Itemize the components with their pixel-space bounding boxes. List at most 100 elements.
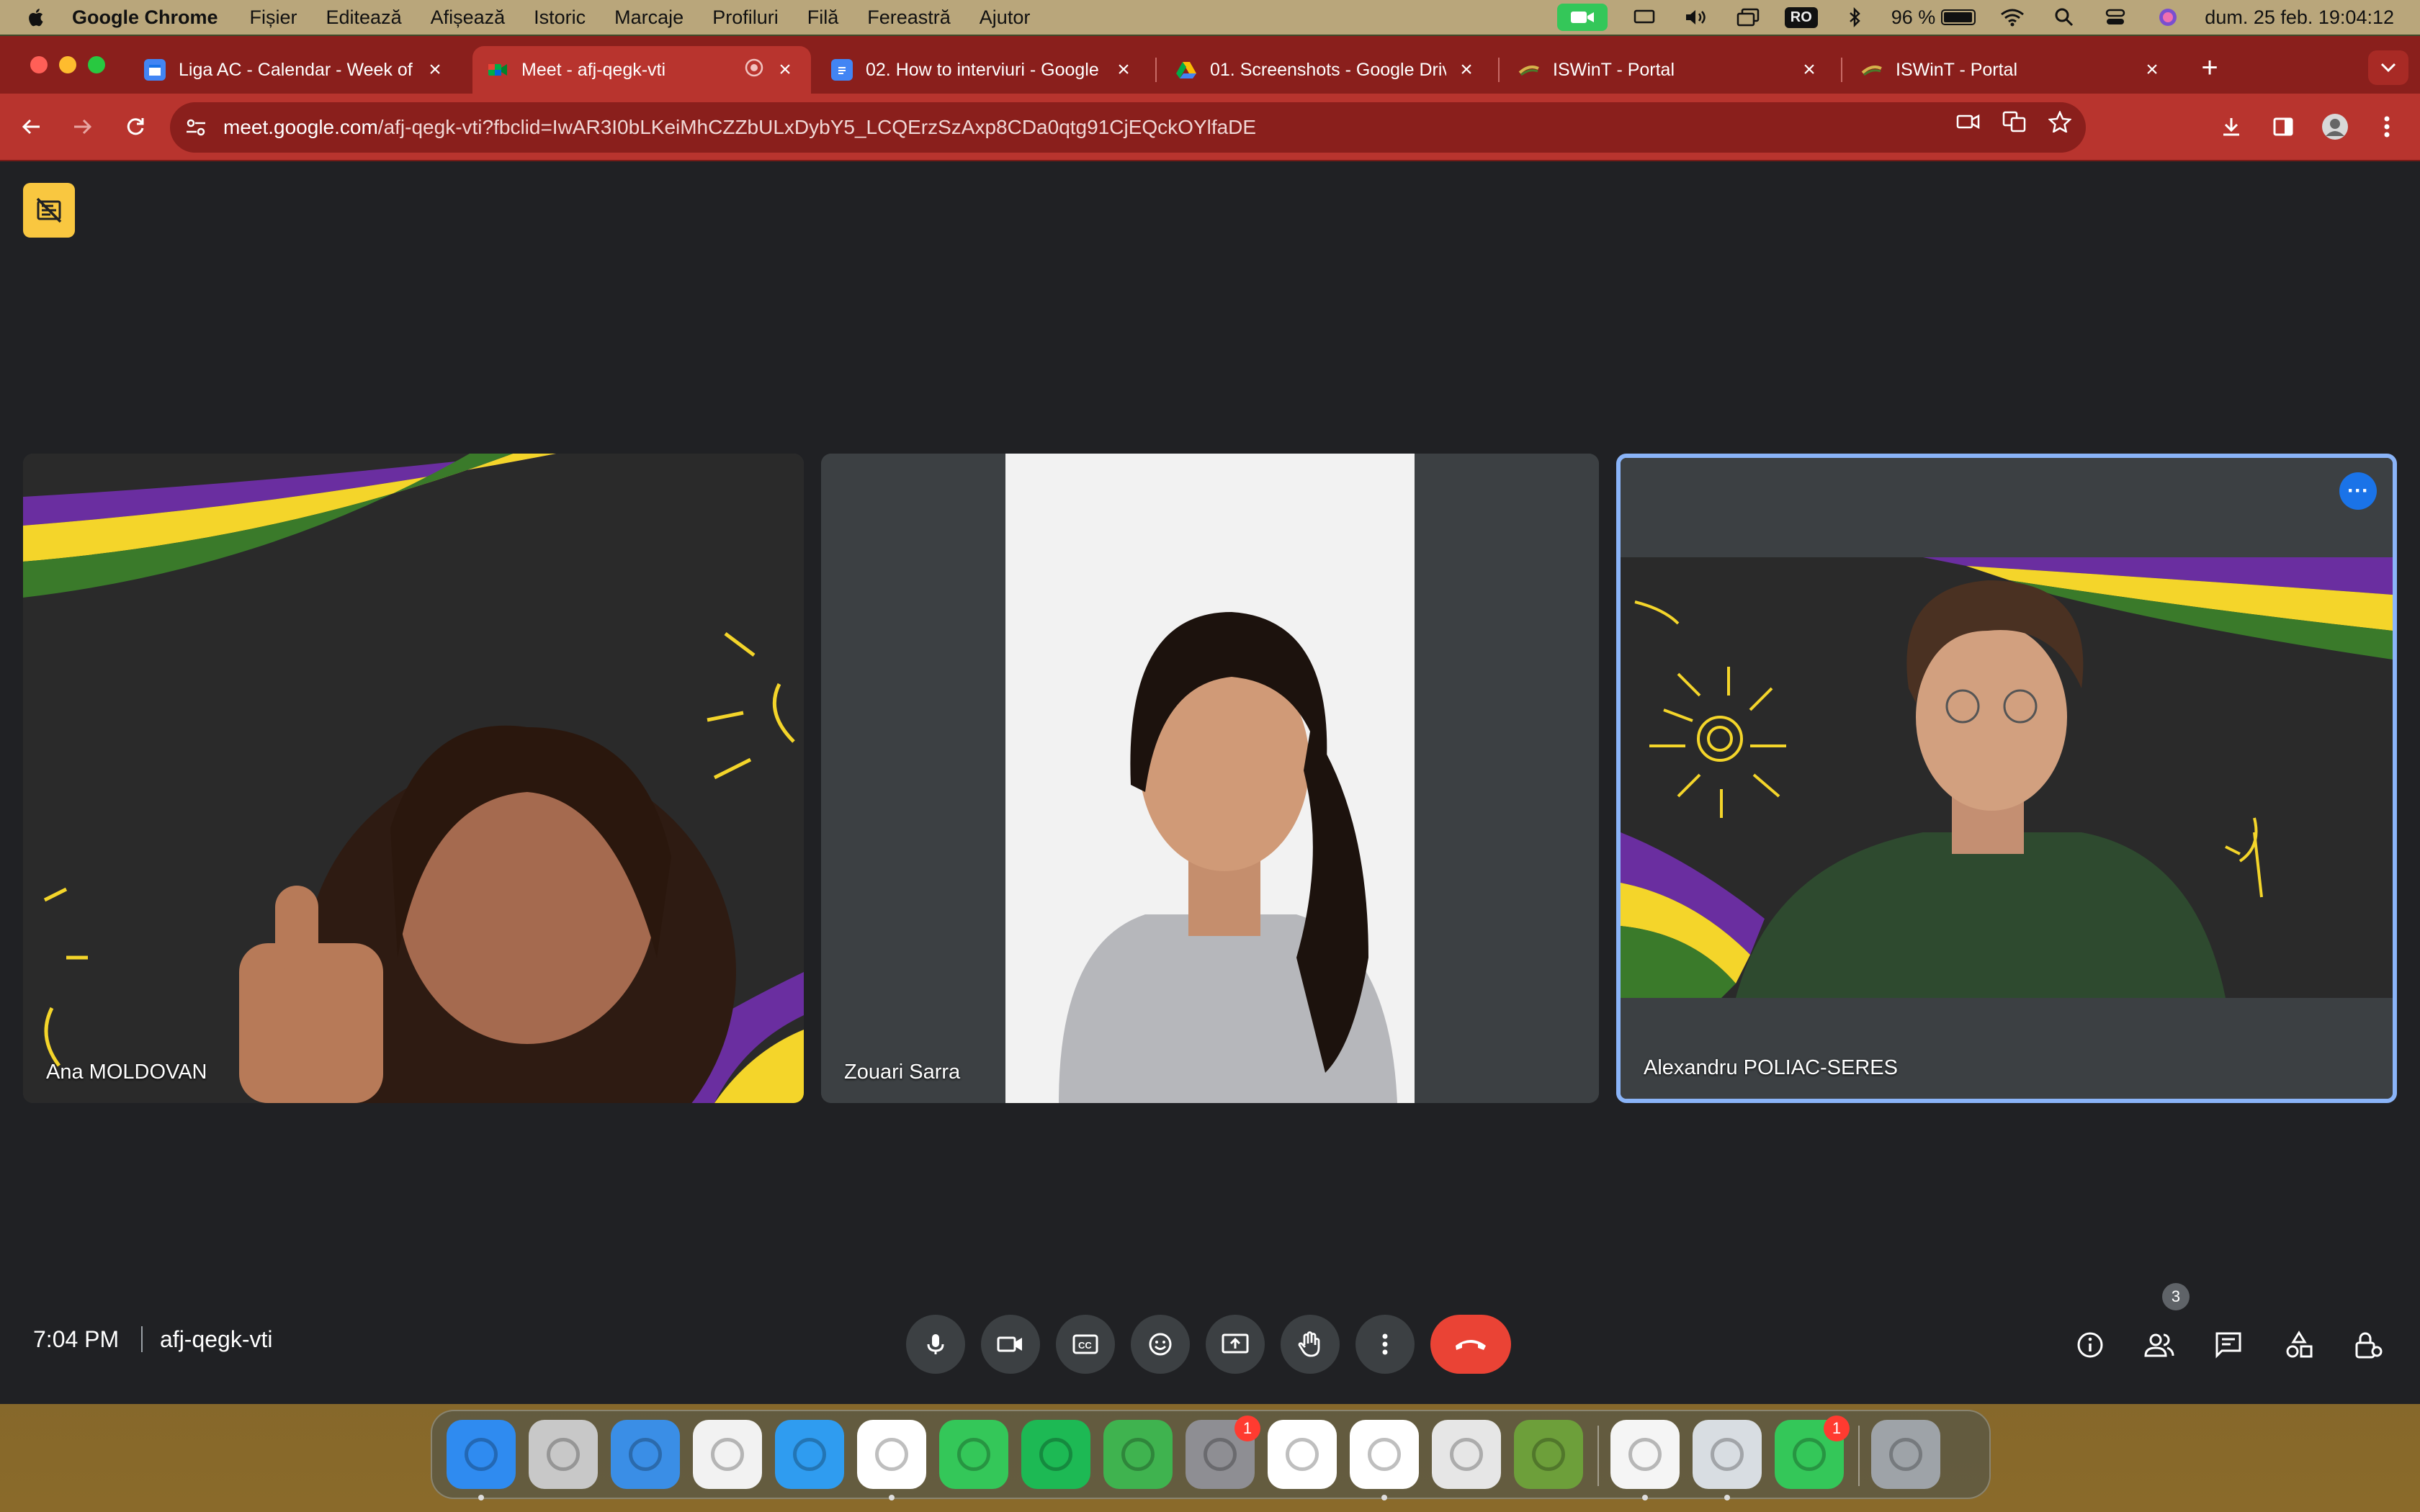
tab-search-button[interactable] [2368, 50, 2408, 85]
activities-icon [2286, 1331, 2313, 1358]
activities-button[interactable] [2279, 1325, 2319, 1365]
dock-roblox-icon[interactable] [1432, 1420, 1501, 1489]
tab-docs[interactable]: 02. How to interviuri - Google × [817, 46, 1150, 94]
wifi-icon[interactable] [1997, 6, 2027, 28]
menu-profiles[interactable]: Profiluri [712, 6, 779, 29]
spotlight-search-icon[interactable] [2049, 6, 2079, 28]
tab-title: Meet - afj-qegk-vti [521, 59, 666, 80]
close-tab-icon[interactable]: × [1455, 58, 1478, 82]
close-tab-icon[interactable]: × [774, 58, 797, 82]
tab-meet[interactable]: Meet - afj-qegk-vti × [472, 46, 811, 94]
dock-preview-icon[interactable] [1693, 1420, 1762, 1500]
dock-messenger-icon[interactable] [1268, 1420, 1337, 1489]
dock-mail-icon[interactable] [611, 1420, 680, 1489]
recording-indicator-icon [743, 57, 765, 84]
camera-in-use-icon[interactable] [1556, 4, 1608, 31]
tab-iswint-portal-2[interactable]: ISWinT - Portal × [1847, 46, 2178, 94]
menubar-datetime[interactable]: dum. 25 feb. 19:04:12 [2205, 6, 2394, 29]
menu-tab[interactable]: Filă [807, 6, 839, 29]
meeting-details-button[interactable] [2070, 1325, 2110, 1365]
raise-hand-button[interactable] [1281, 1315, 1340, 1374]
more-options-button[interactable] [1355, 1315, 1415, 1374]
stage-manager-icon[interactable] [1733, 6, 1763, 28]
menu-edit[interactable]: Editează [326, 6, 402, 29]
url-path: /afj-qegk-vti?fbclid=IwAR3I0bLKeiMhCZZbU… [377, 116, 1257, 138]
menu-help[interactable]: Ajutor [980, 6, 1031, 29]
dock-textedit-icon[interactable] [1610, 1420, 1680, 1500]
tab-drive[interactable]: 01. Screenshots - Google Driv × [1161, 46, 1492, 94]
running-indicator [1724, 1495, 1730, 1500]
meeting-code: afj-qegk-vti [160, 1326, 273, 1352]
menu-bar: Google Chrome Fișier Editează Afișează I… [0, 0, 2420, 35]
screen-mirroring-icon[interactable] [1629, 6, 1659, 28]
tab-separator [1841, 58, 1842, 82]
bluetooth-icon[interactable] [1839, 6, 1870, 28]
people-button[interactable] [2139, 1325, 2179, 1365]
close-tab-icon[interactable]: × [2141, 58, 2164, 82]
chrome-menu-icon[interactable] [2370, 109, 2404, 144]
input-source-indicator[interactable]: RO [1784, 6, 1818, 28]
minimize-window-button[interactable] [59, 56, 76, 73]
menu-history[interactable]: Istoric [534, 6, 586, 29]
tab-iswint-portal-1[interactable]: ISWinT - Portal × [1504, 46, 1835, 94]
emoji-reactions-button[interactable] [1131, 1315, 1190, 1374]
menu-file[interactable]: Fișier [250, 6, 297, 29]
no-signal-badge-icon[interactable] [23, 183, 75, 238]
camera-button[interactable] [981, 1315, 1040, 1374]
captions-button[interactable]: CC [1056, 1315, 1115, 1374]
zoom-window-button[interactable] [88, 56, 105, 73]
dock-finder-icon[interactable] [447, 1420, 516, 1500]
downloads-icon[interactable] [2214, 109, 2249, 144]
volume-icon[interactable] [1681, 6, 1711, 28]
control-center-icon[interactable] [2101, 6, 2131, 28]
close-tab-icon[interactable]: × [1798, 58, 1821, 82]
dock-spotify-icon[interactable] [1021, 1420, 1090, 1489]
dock-app-store-like-icon[interactable] [693, 1420, 762, 1489]
back-arrow-icon[interactable] [14, 109, 49, 144]
camera-permission-icon[interactable] [1956, 111, 1981, 136]
menu-bookmarks[interactable]: Marcaje [614, 6, 684, 29]
dock-safari-icon[interactable] [775, 1420, 844, 1489]
dock-chrome-icon[interactable] [857, 1420, 926, 1500]
participant-tile-active[interactable]: ··· Alexandru POLIAC-SERES [1616, 454, 2397, 1103]
menu-view[interactable]: Afișează [431, 6, 506, 29]
translate-icon[interactable] [2002, 111, 2027, 136]
dock-camtasia-icon[interactable] [1103, 1420, 1173, 1489]
bookmark-star-icon[interactable] [2048, 109, 2072, 136]
siri-icon[interactable] [2153, 6, 2183, 28]
close-window-button[interactable] [30, 56, 48, 73]
dock-launchpad-icon[interactable] [529, 1420, 598, 1489]
new-tab-button[interactable]: + [2195, 52, 2224, 84]
present-screen-button[interactable] [1206, 1315, 1265, 1374]
address-bar[interactable]: meet.google.com/afj-qegk-vti?fbclid=IwAR… [170, 102, 2086, 153]
dock-facetime-icon[interactable]: 1 [1775, 1416, 1850, 1489]
spotify-glyph [1039, 1438, 1072, 1471]
close-tab-icon[interactable]: × [424, 58, 447, 82]
docs-icon [831, 59, 853, 81]
more-options-icon[interactable]: ··· [2339, 472, 2377, 510]
host-controls-button[interactable] [2348, 1325, 2388, 1365]
dock-system-settings-icon[interactable]: 1 [1186, 1416, 1260, 1489]
profile-avatar[interactable] [2318, 109, 2352, 144]
apple-icon[interactable] [26, 6, 48, 28]
dock-minecraft-icon[interactable] [1514, 1420, 1583, 1489]
menu-window[interactable]: Fereastră [867, 6, 951, 29]
battery-status[interactable]: 96 % [1891, 6, 1976, 29]
close-tab-icon[interactable]: × [1112, 58, 1135, 82]
dock-messages-icon[interactable] [939, 1420, 1008, 1489]
facetime-glyph [1793, 1438, 1826, 1471]
dock-whatsapp-icon[interactable] [1350, 1420, 1419, 1500]
site-info-icon[interactable] [182, 113, 210, 142]
participant-tile[interactable]: Zouari Sarra [821, 454, 1599, 1103]
menubar-app-name[interactable]: Google Chrome [72, 6, 218, 29]
reload-icon[interactable] [118, 109, 153, 144]
chat-button[interactable] [2208, 1325, 2249, 1365]
leave-call-button[interactable] [1430, 1315, 1511, 1374]
dock-trash-icon[interactable] [1871, 1420, 1940, 1489]
participant-name: Zouari Sarra [844, 1061, 961, 1084]
participant-tile[interactable]: Ana MOLDOVAN [23, 454, 804, 1103]
microphone-button[interactable] [906, 1315, 965, 1374]
tab-calendar[interactable]: Liga AC - Calendar - Week of × [130, 46, 461, 94]
forward-arrow-icon[interactable] [65, 109, 99, 144]
side-panel-icon[interactable] [2266, 109, 2300, 144]
